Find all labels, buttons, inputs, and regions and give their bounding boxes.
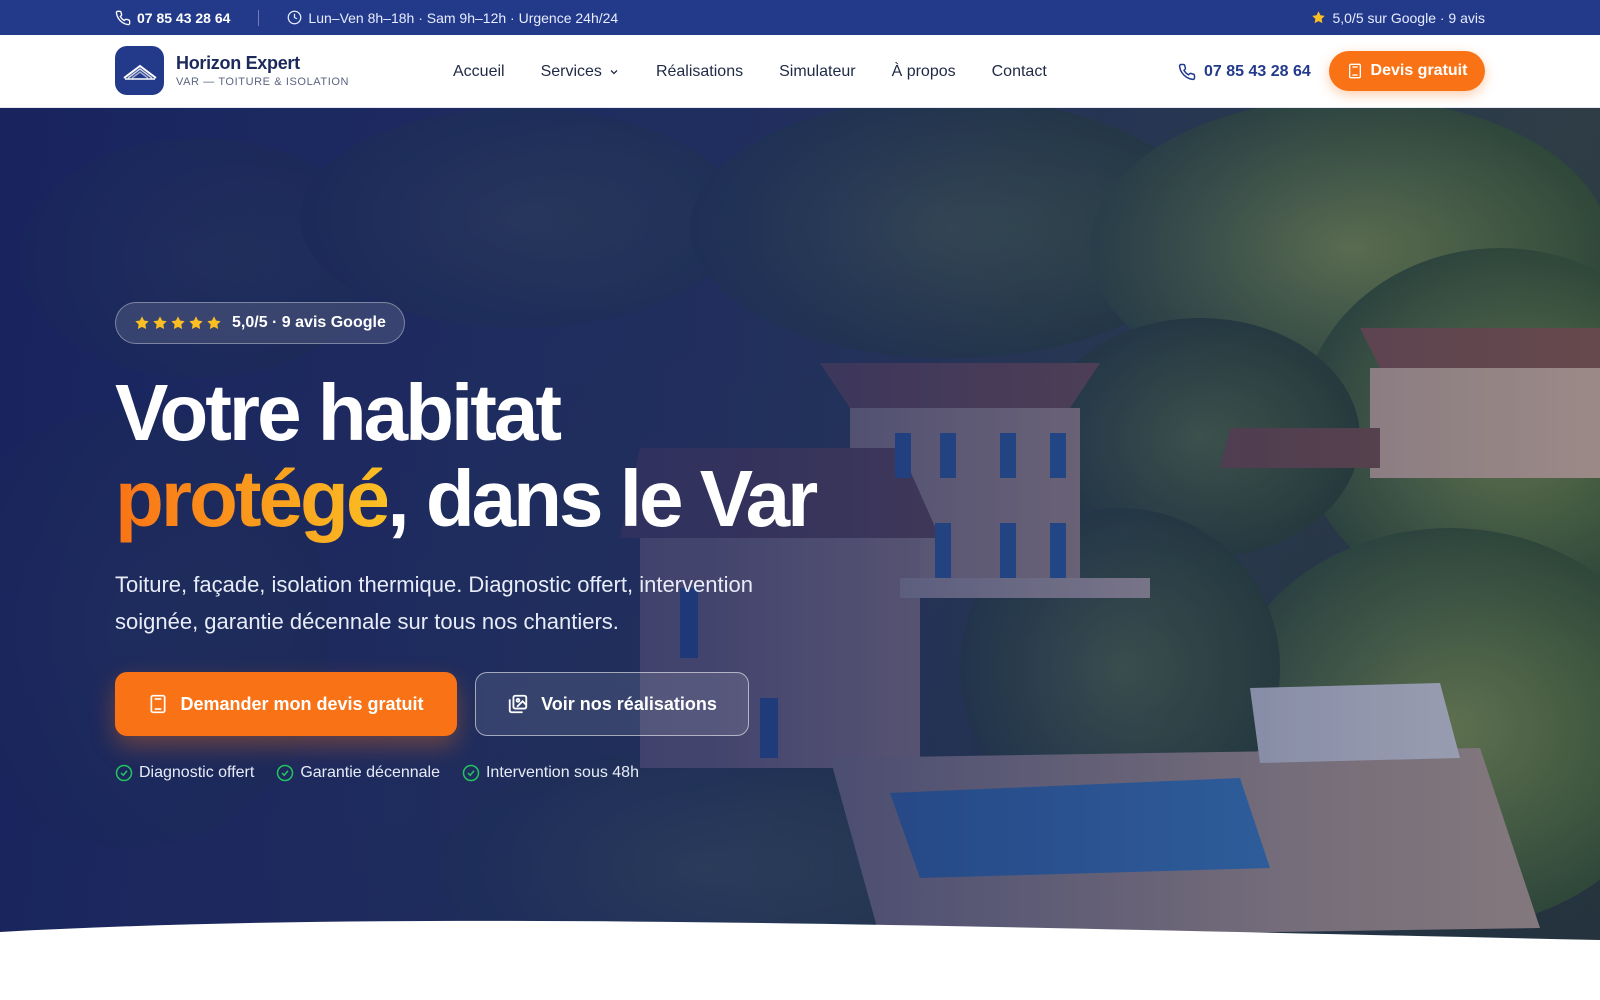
main-nav: Accueil Services Réalisations Simulateur…	[453, 35, 1083, 108]
calculator-icon	[150, 694, 166, 714]
logo-roof-icon	[122, 64, 157, 80]
check-circle-icon	[115, 764, 133, 782]
guarantee-label: Garantie décennale	[300, 764, 440, 781]
hero-guarantees: Diagnostic offert Garantie décennale Int…	[115, 764, 639, 782]
hero-content: 5,0/5 · 9 avis Google Votre habitat prot…	[115, 108, 1015, 1000]
headline-accent-word: protégé	[115, 454, 390, 543]
brand-logo-link[interactable]: Horizon Expert VAR — TOITURE & ISOLATION	[115, 46, 349, 95]
rating-text: 5,0/5 sur Google · 9 avis	[1332, 9, 1485, 26]
headline-line-1: Votre habitat	[115, 368, 562, 457]
topbar-hours: Lun–Ven 8h–18h · Sam 9h–12h · Urgence 24…	[287, 10, 618, 26]
nav-contact[interactable]: Contact	[992, 63, 1047, 81]
hours-text: Lun–Ven 8h–18h · Sam 9h–12h · Urgence 24…	[308, 9, 619, 26]
brand-tagline: VAR — TOITURE & ISOLATION	[176, 76, 350, 88]
star-icon	[189, 316, 203, 329]
google-rating-badge: 5,0/5 · 9 avis Google	[115, 302, 405, 344]
chevron-down-icon	[610, 69, 618, 74]
divider	[258, 9, 260, 26]
topbar-rating: 5,0/5 sur Google · 9 avis	[1311, 0, 1485, 35]
brand-name: Horizon Expert	[176, 53, 300, 73]
clock-icon	[288, 10, 302, 25]
guarantee-label: Diagnostic offert	[139, 764, 255, 781]
devis-gratuit-label: Devis gratuit	[1370, 62, 1468, 79]
topbar-phone-number: 07 85 43 28 64	[137, 9, 231, 26]
guarantee-label: Intervention sous 48h	[485, 764, 639, 781]
star-icon	[153, 316, 167, 329]
header-phone-number: 07 85 43 28 64	[1204, 62, 1311, 80]
rating-badge-text: 5,0/5 · 9 avis Google	[232, 314, 386, 331]
hero-headline: Votre habitat protégé, dans le Var	[115, 370, 1015, 542]
nav-accueil[interactable]: Accueil	[453, 63, 505, 81]
nav-a-propos[interactable]: À propos	[892, 63, 956, 81]
headline-line-2-rest: , dans le Var	[387, 454, 818, 543]
hero-bottom-wave	[0, 920, 1600, 1000]
view-projects-button[interactable]: Voir nos réalisations	[475, 672, 749, 736]
check-circle-icon	[277, 764, 294, 782]
phone-icon	[1178, 63, 1196, 80]
gallery-icon	[508, 694, 528, 714]
logo-mark	[115, 46, 164, 95]
guarantee-item: Garantie décennale	[276, 764, 440, 782]
header-phone-link[interactable]: 07 85 43 28 64	[1178, 35, 1311, 108]
site-header: Horizon Expert VAR — TOITURE & ISOLATION…	[0, 35, 1600, 108]
rating-stars	[134, 315, 222, 331]
phone-icon	[115, 10, 131, 25]
star-icon	[135, 316, 149, 329]
star-icon	[171, 316, 185, 329]
request-quote-label: Demander mon devis gratuit	[180, 693, 424, 714]
topbar-phone[interactable]: 07 85 43 28 64	[115, 10, 230, 26]
top-info-bar: 07 85 43 28 64 Lun–Ven 8h–18h · Sam 9h–1…	[0, 0, 1600, 35]
star-icon	[1312, 11, 1326, 24]
nav-services[interactable]: Services	[541, 63, 620, 81]
nav-services-label: Services	[540, 62, 602, 80]
check-circle-icon	[462, 764, 480, 782]
devis-gratuit-button[interactable]: Devis gratuit	[1329, 51, 1485, 91]
calculator-icon	[1348, 63, 1361, 79]
view-projects-label: Voir nos réalisations	[541, 693, 717, 714]
hero-section: 5,0/5 · 9 avis Google Votre habitat prot…	[0, 108, 1600, 1000]
guarantee-item: Diagnostic offert	[115, 764, 254, 782]
hero-subtitle: Toiture, façade, isolation thermique. Di…	[115, 572, 753, 634]
nav-realisations[interactable]: Réalisations	[656, 63, 743, 81]
request-quote-button[interactable]: Demander mon devis gratuit	[115, 672, 457, 736]
nav-simulateur[interactable]: Simulateur	[779, 63, 855, 81]
star-icon	[207, 316, 221, 329]
guarantee-item: Intervention sous 48h	[462, 764, 639, 782]
